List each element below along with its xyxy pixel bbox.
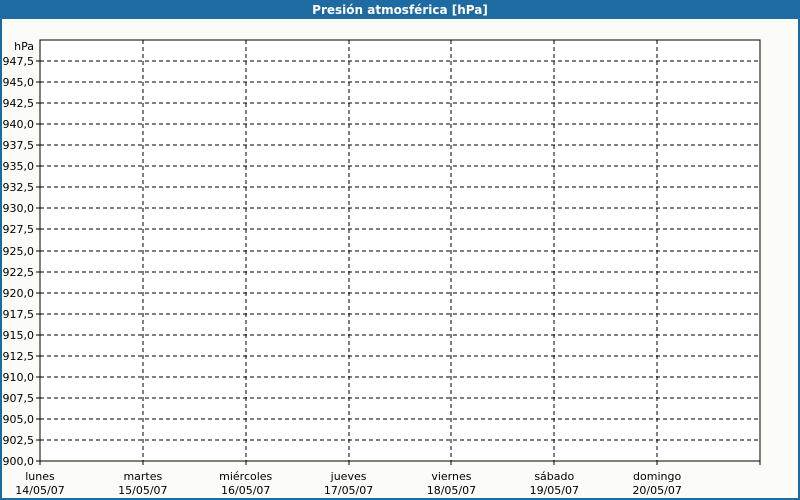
y-tick-label: 922,5 [3,266,35,279]
x-day-label: miércoles [219,470,272,483]
x-day-label: martes [123,470,162,483]
y-tick-label: 900,0 [3,455,35,468]
pressure-chart-svg: 947,5 945,0 942,5 940,0 937,5 935,0 932,5 930,0… [3,39,761,497]
x-day-label: lunes [25,470,55,483]
x-date-label: 14/05/07 [15,484,64,497]
y-tick-label: 912,5 [3,350,35,363]
y-tick-label: 930,0 [3,202,35,215]
y-tick-label: 915,0 [3,329,35,342]
chart-canvas: 947,5 945,0 942,5 940,0 937,5 935,0 932,5 930,0… [2,19,798,498]
y-tick-label: 927,5 [3,223,35,236]
y-tick-label: 945,0 [3,76,35,89]
y-tick-label: 907,5 [3,392,35,405]
y-tick-label: 937,5 [3,139,35,152]
chart-window: Presión atmosférica [hPa] 947,5 945,0 942,… [0,0,800,500]
x-day-label: domingo [633,470,681,483]
x-date-label: 19/05/07 [530,484,579,497]
y-tick-label: 942,5 [3,97,35,110]
y-tick-label: 917,5 [3,308,35,321]
x-date-label: 17/05/07 [324,484,373,497]
y-tick-label: 902,5 [3,434,35,447]
x-date-label: 15/05/07 [118,484,167,497]
x-day-label: sábado [534,470,574,483]
y-tick-label: 920,0 [3,287,35,300]
y-tick-label: 947,5 [3,55,35,68]
chart-title-bar: Presión atmosférica [hPa] [2,2,798,19]
y-tick-label: 905,0 [3,413,35,426]
y-tick-label: 925,0 [3,245,35,258]
x-date-label: 16/05/07 [221,484,270,497]
x-date-label: 20/05/07 [632,484,681,497]
y-tick-label: 910,0 [3,371,35,384]
x-day-label: viernes [431,470,471,483]
y-tick-label: 935,0 [3,160,35,173]
x-date-label: 18/05/07 [427,484,476,497]
chart-title: Presión atmosférica [hPa] [312,3,488,17]
x-day-label: jueves [330,470,367,483]
y-tick-label: 940,0 [3,118,35,131]
y-tick-label: 932,5 [3,181,35,194]
y-axis-unit-label: hPa [14,40,34,53]
